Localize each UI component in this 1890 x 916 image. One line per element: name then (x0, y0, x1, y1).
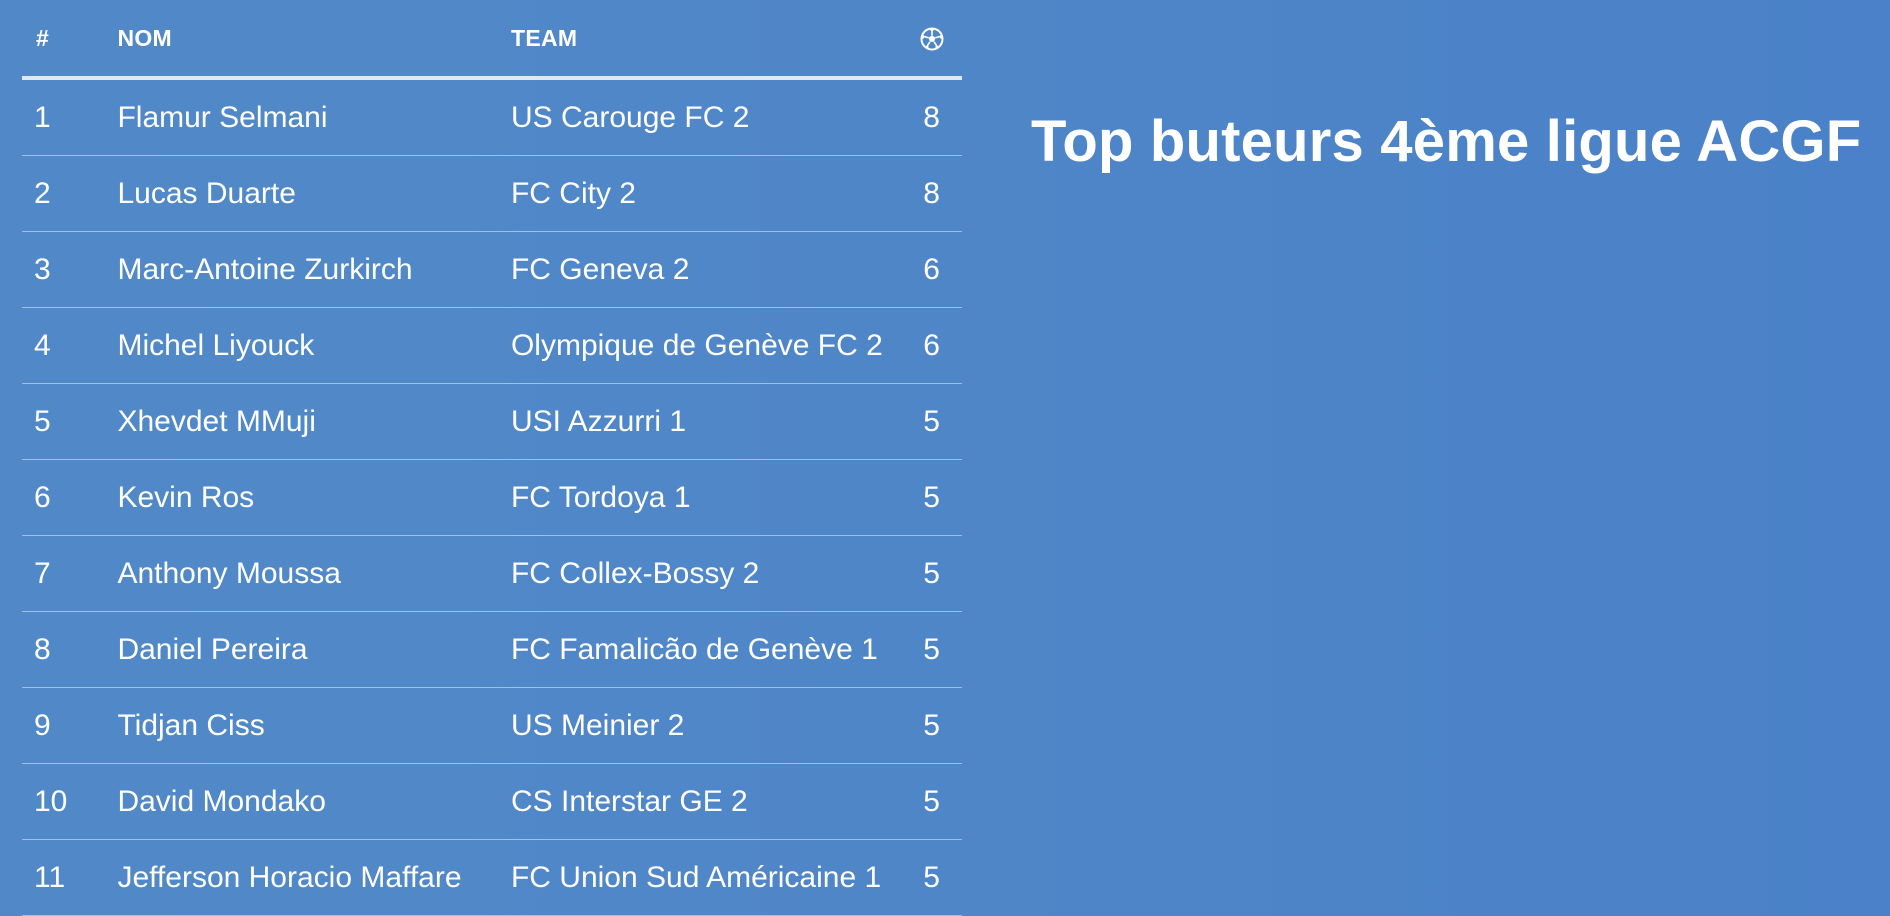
rank-cell: 2 (22, 155, 118, 232)
goals-cell: 6 (901, 231, 962, 308)
team-cell: FC Famalicão de Genève 1 (510, 611, 902, 688)
rank-cell: 9 (22, 687, 118, 764)
team-cell: CS Interstar GE 2 (510, 763, 902, 840)
player-name-cell: Lucas Duarte (117, 155, 511, 232)
goals-cell: 8 (901, 78, 962, 156)
player-name-cell: Marc-Antoine Zurkirch (117, 231, 511, 308)
team-cell: FC Geneva 2 (510, 231, 902, 308)
team-cell: US Carouge FC 2 (510, 78, 902, 156)
goals-header (901, 0, 962, 80)
player-name-cell: Tidjan Ciss (117, 687, 511, 764)
table-row: 9 Tidjan Ciss US Meinier 2 5 (22, 687, 962, 764)
goals-cell: 6 (901, 307, 962, 384)
goals-cell: 8 (901, 155, 962, 232)
table-header: # NOM TEAM (22, 0, 962, 80)
table-row: 5 Xhevdet MMuji USI Azzurri 1 5 (22, 383, 962, 460)
goals-cell: 5 (901, 763, 962, 840)
table-body: 1 Flamur Selmani US Carouge FC 2 8 2 Luc… (22, 78, 962, 916)
rank-cell: 1 (22, 78, 118, 156)
team-header: TEAM (510, 0, 902, 80)
goals-cell: 5 (901, 535, 962, 612)
team-cell: FC Tordoya 1 (510, 459, 902, 536)
rank-cell: 10 (22, 763, 118, 840)
team-cell: FC Union Sud Américaine 1 (510, 839, 902, 916)
rank-cell: 5 (22, 383, 118, 460)
team-cell: Olympique de Genève FC 2 (510, 307, 902, 384)
rank-cell: 4 (22, 307, 118, 384)
team-cell: US Meinier 2 (510, 687, 902, 764)
player-name-cell: Flamur Selmani (117, 78, 511, 156)
team-cell: FC City 2 (510, 155, 902, 232)
goals-cell: 5 (901, 611, 962, 688)
player-name-cell: Anthony Moussa (117, 535, 511, 612)
player-name-cell: Michel Liyouck (117, 307, 511, 384)
rank-header: # (22, 0, 118, 80)
goals-cell: 5 (901, 839, 962, 916)
table-row: 2 Lucas Duarte FC City 2 8 (22, 155, 962, 232)
rank-cell: 11 (22, 839, 118, 916)
goals-cell: 5 (901, 687, 962, 764)
header-row: # NOM TEAM (22, 0, 962, 80)
rank-cell: 8 (22, 611, 118, 688)
name-header: NOM (117, 0, 511, 80)
table-row: 10 David Mondako CS Interstar GE 2 5 (22, 763, 962, 840)
player-name-cell: Xhevdet MMuji (117, 383, 511, 460)
player-name-cell: Jefferson Horacio Maffare (117, 839, 511, 916)
table-row: 3 Marc-Antoine Zurkirch FC Geneva 2 6 (22, 231, 962, 308)
page-title: Top buteurs 4ème ligue ACGF (1031, 109, 1862, 174)
rank-cell: 6 (22, 459, 118, 536)
table-row: 6 Kevin Ros FC Tordoya 1 5 (22, 459, 962, 536)
player-name-cell: David Mondako (117, 763, 511, 840)
team-cell: USI Azzurri 1 (510, 383, 902, 460)
scorers-table: # NOM TEAM 1 Flamur Selmani US Carouge F… (22, 0, 962, 916)
soccer-ball-icon (920, 27, 944, 51)
goals-cell: 5 (901, 383, 962, 460)
rank-cell: 7 (22, 535, 118, 612)
rank-cell: 3 (22, 231, 118, 308)
table-row: 11 Jefferson Horacio Maffare FC Union Su… (22, 839, 962, 916)
goals-cell: 5 (901, 459, 962, 536)
table-row: 4 Michel Liyouck Olympique de Genève FC … (22, 307, 962, 384)
player-name-cell: Daniel Pereira (117, 611, 511, 688)
player-name-cell: Kevin Ros (117, 459, 511, 536)
table-row: 1 Flamur Selmani US Carouge FC 2 8 (22, 78, 962, 156)
table-row: 7 Anthony Moussa FC Collex-Bossy 2 5 (22, 535, 962, 612)
team-cell: FC Collex-Bossy 2 (510, 535, 902, 612)
table-row: 8 Daniel Pereira FC Famalicão de Genève … (22, 611, 962, 688)
